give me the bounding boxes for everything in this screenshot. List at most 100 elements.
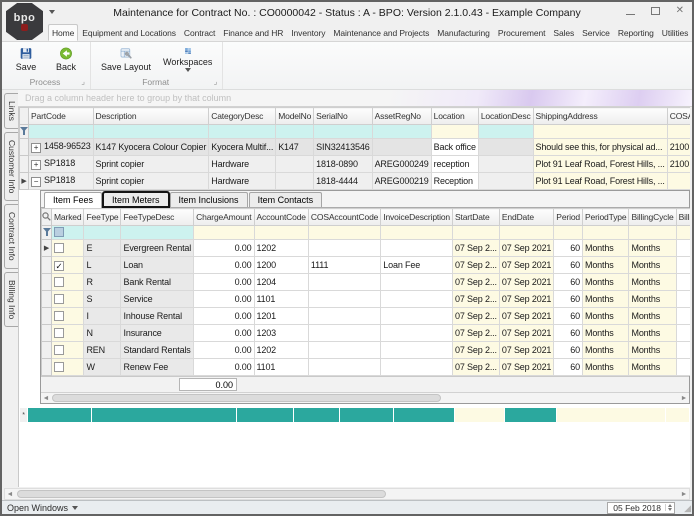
ribbon-tab-finance-and-hr[interactable]: Finance and HR (219, 24, 287, 41)
cell-partcode[interactable]: +1458-96523 (29, 139, 94, 156)
column-header-startdate[interactable]: StartDate (453, 209, 500, 226)
new-cell-shippingaddress[interactable] (556, 408, 665, 423)
expand-icon[interactable]: + (31, 143, 41, 153)
cell-billingcycle[interactable]: Months (629, 291, 676, 308)
detail-tab-item-inclusions[interactable]: Item Inclusions (170, 192, 248, 207)
new-cell-assetregno[interactable] (393, 408, 455, 423)
cell-cosaccountcode[interactable] (308, 240, 380, 257)
new-cell-serialno[interactable] (340, 408, 394, 423)
resize-grip-icon[interactable]: ◢ (684, 504, 691, 513)
cell-enddate[interactable]: 07 Sep 2021 (499, 325, 553, 342)
cell-locationdesc[interactable] (478, 156, 533, 173)
cell-chargeamount[interactable]: 0.00 (194, 342, 254, 359)
marked-checkbox-checked[interactable] (54, 261, 64, 271)
cell-marked[interactable] (52, 359, 84, 376)
ribbon-tab-utilities[interactable]: Utilities (658, 24, 693, 41)
cell-serialno[interactable]: 1818-0890 (314, 156, 372, 173)
cell-serialno[interactable]: 1818-4444 (314, 173, 372, 190)
cell-assetregno[interactable]: AREG000249 (372, 156, 431, 173)
cell-marked[interactable] (52, 274, 84, 291)
date-spinner[interactable] (665, 504, 672, 511)
cell-period[interactable]: 60 (554, 359, 583, 376)
cell-accountcode[interactable]: 1203 (254, 325, 308, 342)
collapse-icon[interactable]: − (31, 177, 41, 187)
column-header-partcode[interactable]: PartCode (29, 108, 94, 125)
column-header-periodtype[interactable]: PeriodType (582, 209, 629, 226)
cell-startdate[interactable]: 07 Sep 2... (453, 274, 500, 291)
spinner-down-icon[interactable] (668, 508, 672, 511)
cell-feetypedesc[interactable]: Insurance (121, 325, 194, 342)
cell-startdate[interactable]: 07 Sep 2... (453, 308, 500, 325)
spinner-up-icon[interactable] (668, 504, 672, 507)
cell-invoicedescription[interactable] (381, 308, 453, 325)
cell-accountcode[interactable]: 1204 (254, 274, 308, 291)
cell-marked[interactable] (52, 240, 84, 257)
cell-shippingaddress[interactable]: Should see this, for physical ad... (533, 139, 667, 156)
new-cell-locationdesc[interactable] (505, 408, 557, 423)
cell-period[interactable]: 60 (554, 325, 583, 342)
marked-checkbox[interactable] (54, 345, 64, 355)
filter-cell-cosa[interactable] (667, 125, 690, 139)
cell-feetype[interactable]: E (84, 240, 121, 257)
cell-accountcode[interactable]: 1202 (254, 240, 308, 257)
close-icon[interactable]: ✕ (676, 6, 684, 16)
column-header-location[interactable]: Location (431, 108, 478, 125)
ribbon-tab-inventory[interactable]: Inventory (287, 24, 329, 41)
scroll-left-icon[interactable]: ◄ (5, 489, 15, 499)
detail-horizontal-scrollbar[interactable]: ◄ ► (41, 392, 689, 403)
cell-cosaccountcode[interactable] (308, 308, 380, 325)
cell-billingcycle[interactable]: Months (629, 342, 676, 359)
cell-cosaccountcode[interactable] (308, 274, 380, 291)
cell-startdate[interactable]: 07 Sep 2... (453, 359, 500, 376)
quick-access-dropdown-icon[interactable] (49, 10, 55, 14)
cell-shippingaddress[interactable]: Plot 91 Leaf Road, Forest Hills, ... (533, 156, 667, 173)
cell-marked[interactable] (52, 342, 84, 359)
cell-billingcycle[interactable]: Months (629, 274, 676, 291)
filter-cell-periodtype[interactable] (582, 226, 629, 240)
back-button[interactable]: Back (48, 44, 84, 74)
cell-enddate[interactable]: 07 Sep 2021 (499, 291, 553, 308)
equipment-row[interactable]: ▶−SP1818Sprint copierHardware1818-4444AR… (20, 173, 691, 190)
ribbon-tab-manufacturing[interactable]: Manufacturing (433, 24, 494, 41)
cell-billingperiod[interactable]: 7 (676, 274, 690, 291)
cell-billingperiod[interactable]: 7 (676, 291, 690, 308)
column-header-feetype[interactable]: FeeType (84, 209, 121, 226)
marked-checkbox[interactable] (54, 328, 64, 338)
cell-billingcycle[interactable]: Months (629, 359, 676, 376)
cell-feetypedesc[interactable]: Renew Fee (121, 359, 194, 376)
cell-partcode[interactable]: +SP1818 (29, 156, 94, 173)
column-header-assetregno[interactable]: AssetRegNo (372, 108, 431, 125)
cell-periodtype[interactable]: Months (582, 308, 629, 325)
cell-invoicedescription[interactable] (381, 291, 453, 308)
cell-feetypedesc[interactable]: Evergreen Rental (121, 240, 194, 257)
cell-categorydesc[interactable]: Hardware (209, 173, 276, 190)
column-header-locationdesc[interactable]: LocationDesc (478, 108, 533, 125)
cell-categorydesc[interactable]: Kyocera Multif... (209, 139, 276, 156)
fee-row[interactable]: NInsurance0.00120307 Sep 2...07 Sep 2021… (42, 325, 691, 342)
cell-billingperiod[interactable]: 7 (676, 240, 690, 257)
cell-billingcycle[interactable]: Months (629, 257, 676, 274)
cell-feetypedesc[interactable]: Bank Rental (121, 274, 194, 291)
equipment-row[interactable]: +1458-96523K147 Kyocera Colour CopierKyo… (20, 139, 691, 156)
filter-cell-chargeamount[interactable] (194, 226, 254, 240)
scroll-right-icon[interactable]: ► (679, 489, 689, 499)
open-windows-button[interactable]: Open Windows (7, 503, 78, 513)
cell-invoicedescription[interactable]: Loan Fee (381, 257, 453, 274)
fee-row[interactable]: RENStandard Rentals0.00120207 Sep 2...07… (42, 342, 691, 359)
cell-location[interactable]: Reception (431, 173, 478, 190)
cell-enddate[interactable]: 07 Sep 2021 (499, 240, 553, 257)
column-header-period[interactable]: Period (554, 209, 583, 226)
cell-marked[interactable] (52, 308, 84, 325)
filter-cell-serialno[interactable] (314, 125, 372, 139)
cell-description[interactable]: Sprint copier (93, 173, 209, 190)
cell-feetype[interactable]: REN (84, 342, 121, 359)
cell-locationdesc[interactable] (478, 139, 533, 156)
cell-billingperiod[interactable]: 7 (676, 342, 690, 359)
filter-cell-marked[interactable] (52, 226, 84, 240)
cell-invoicedescription[interactable] (381, 342, 453, 359)
cell-accountcode[interactable]: 1101 (254, 291, 308, 308)
cell-feetype[interactable]: R (84, 274, 121, 291)
cell-billingcycle[interactable]: Months (629, 325, 676, 342)
cell-period[interactable]: 60 (554, 342, 583, 359)
column-header-cosaccountcode[interactable]: COSAccountCode (308, 209, 380, 226)
